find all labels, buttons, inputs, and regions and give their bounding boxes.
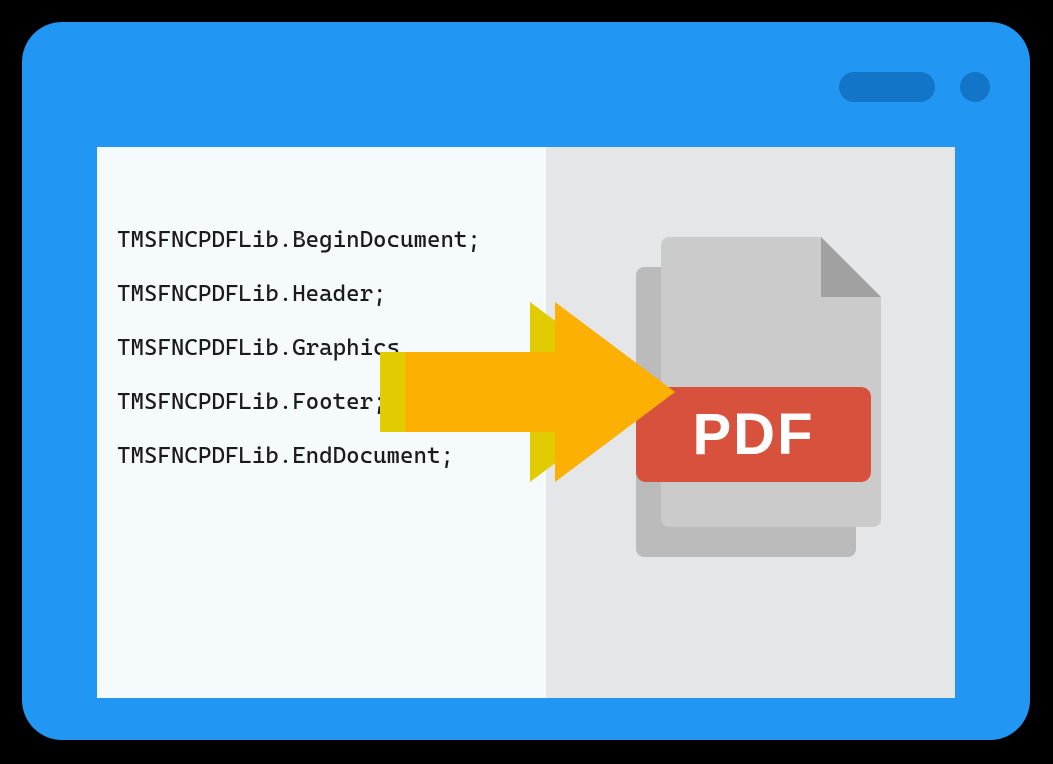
close-control <box>960 72 990 102</box>
code-line: TMSFNCPDFLib.BeginDocument; <box>117 227 526 253</box>
arrow-icon <box>370 292 670 492</box>
pdf-label: PDF <box>693 401 815 468</box>
window-controls <box>839 72 990 102</box>
arrow-main <box>405 302 675 482</box>
app-window: TMSFNCPDFLib.BeginDocument; TMSFNCPDFLib… <box>22 22 1030 740</box>
minimize-control <box>839 72 935 102</box>
